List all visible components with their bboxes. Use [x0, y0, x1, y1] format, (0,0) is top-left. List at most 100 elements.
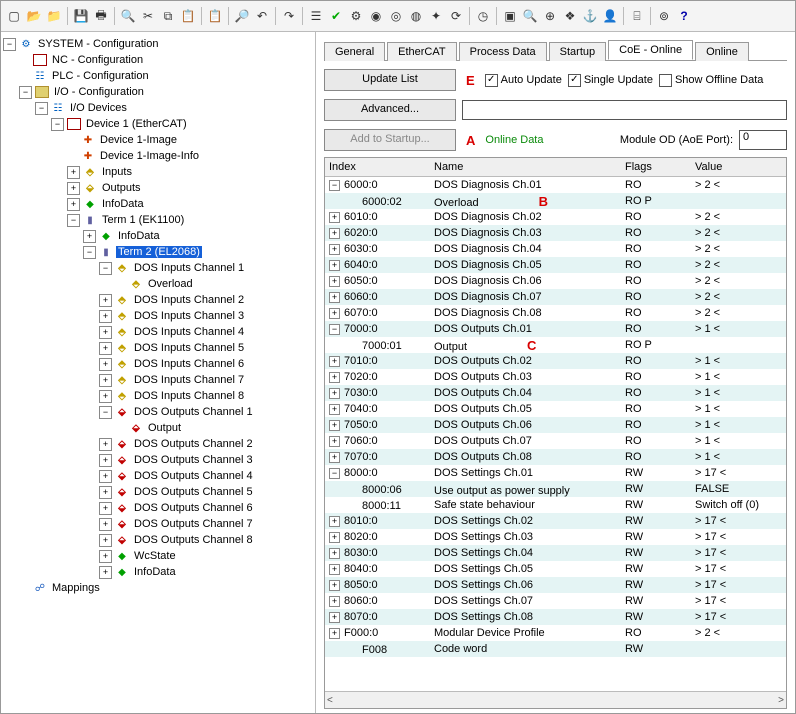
row-expander-icon[interactable]: + [329, 356, 340, 367]
toolbar-db-icon[interactable]: ⌸ [628, 7, 646, 25]
tree-item[interactable]: +⬙Outputs [3, 180, 313, 196]
expander-icon[interactable]: + [67, 182, 80, 195]
toolbar-props-icon[interactable]: ☰ [307, 7, 325, 25]
row-expander-icon[interactable]: + [329, 452, 340, 463]
table-row[interactable]: +7050:0DOS Outputs Ch.06RO> 1 < [325, 417, 786, 433]
toolbar-clock-icon[interactable]: ◷ [474, 7, 492, 25]
table-row[interactable]: 7000:01OutputCRO P [325, 337, 786, 353]
table-row[interactable]: −8000:0DOS Settings Ch.01RW> 17 < [325, 465, 786, 481]
table-row[interactable]: +6030:0DOS Diagnosis Ch.04RO> 2 < [325, 241, 786, 257]
tree-item[interactable]: +⬙DOS Outputs Channel 2 [3, 436, 313, 452]
toolbar-net2-icon[interactable]: ◎ [387, 7, 405, 25]
col-index[interactable]: Index [325, 161, 430, 173]
toolbar-zoom-icon[interactable]: ⊕ [541, 7, 559, 25]
table-row[interactable]: +8030:0DOS Settings Ch.04RW> 17 < [325, 545, 786, 561]
row-expander-icon[interactable]: − [329, 468, 340, 479]
toolbar-undo-icon[interactable]: ↶ [253, 7, 271, 25]
expander-icon[interactable]: + [99, 294, 112, 307]
toolbar-check-icon[interactable]: ✔ [327, 7, 345, 25]
expander-icon[interactable]: + [67, 198, 80, 211]
tree-item[interactable]: +⬘DOS Inputs Channel 8 [3, 388, 313, 404]
toolbar-find-icon[interactable]: 🔎 [233, 7, 251, 25]
tree-item[interactable]: −Device 1 (EtherCAT) [3, 116, 313, 132]
tree-item[interactable]: −⬘DOS Inputs Channel 1 [3, 260, 313, 276]
filter-input[interactable] [462, 100, 787, 120]
tree-item[interactable]: +⬘DOS Inputs Channel 5 [3, 340, 313, 356]
table-row[interactable]: +7060:0DOS Outputs Ch.07RO> 1 < [325, 433, 786, 449]
table-row[interactable]: 6000:02OverloadBRO P [325, 193, 786, 209]
table-row[interactable]: +6070:0DOS Diagnosis Ch.08RO> 2 < [325, 305, 786, 321]
expander-icon[interactable]: − [51, 118, 64, 131]
tree-item[interactable]: +⬙DOS Outputs Channel 7 [3, 516, 313, 532]
tree-item[interactable]: +⬘DOS Inputs Channel 7 [3, 372, 313, 388]
expander-icon[interactable]: − [35, 102, 48, 115]
table-row[interactable]: +6020:0DOS Diagnosis Ch.03RO> 2 < [325, 225, 786, 241]
expander-icon[interactable]: + [99, 326, 112, 339]
table-row[interactable]: +7030:0DOS Outputs Ch.04RO> 1 < [325, 385, 786, 401]
tab-coe-online[interactable]: CoE - Online [608, 40, 693, 60]
tree-item[interactable]: ⬙Output [3, 420, 313, 436]
table-row[interactable]: +8050:0DOS Settings Ch.06RW> 17 < [325, 577, 786, 593]
tree-item[interactable]: +◆InfoData [3, 228, 313, 244]
tab-process-data[interactable]: Process Data [459, 42, 547, 61]
expander-icon[interactable]: + [83, 230, 96, 243]
row-expander-icon[interactable]: + [329, 580, 340, 591]
table-row[interactable]: 8000:06Use output as power supplyDRWFALS… [325, 481, 786, 497]
table-row[interactable]: +7040:0DOS Outputs Ch.05RO> 1 < [325, 401, 786, 417]
toolbar-new-icon[interactable]: ▢ [5, 7, 23, 25]
table-row[interactable]: +6010:0DOS Diagnosis Ch.02RO> 2 < [325, 209, 786, 225]
toolbar-cut-icon[interactable]: ✂ [139, 7, 157, 25]
toolbar-copy-icon[interactable]: ⧉ [159, 7, 177, 25]
toolbar-magic-icon[interactable]: ✦ [427, 7, 445, 25]
expander-icon[interactable]: + [67, 166, 80, 179]
toolbar-paste-icon[interactable]: 📋 [179, 7, 197, 25]
table-row[interactable]: +8070:0DOS Settings Ch.08RW> 17 < [325, 609, 786, 625]
expander-icon[interactable]: + [99, 310, 112, 323]
table-row[interactable]: +7020:0DOS Outputs Ch.03RO> 1 < [325, 369, 786, 385]
expander-icon[interactable]: + [99, 534, 112, 547]
tree-item[interactable]: +◆InfoData [3, 196, 313, 212]
expander-icon[interactable]: + [99, 438, 112, 451]
expander-icon[interactable]: + [99, 518, 112, 531]
table-row[interactable]: +7010:0DOS Outputs Ch.02RO> 1 < [325, 353, 786, 369]
toolbar-layers-icon[interactable]: ❖ [561, 7, 579, 25]
table-row[interactable]: +8060:0DOS Settings Ch.07RW> 17 < [325, 593, 786, 609]
h-scrollbar[interactable]: <> [325, 691, 786, 708]
tree-item[interactable]: NC - Configuration [3, 52, 313, 68]
row-expander-icon[interactable]: + [329, 260, 340, 271]
table-row[interactable]: +6040:0DOS Diagnosis Ch.05RO> 2 < [325, 257, 786, 273]
row-expander-icon[interactable]: + [329, 228, 340, 239]
row-expander-icon[interactable]: + [329, 420, 340, 431]
toolbar-net3-icon[interactable]: ◍ [407, 7, 425, 25]
toolbar-preview-icon[interactable]: 🔍 [119, 7, 137, 25]
table-row[interactable]: −7000:0DOS Outputs Ch.01RO> 1 < [325, 321, 786, 337]
toolbar-help-icon[interactable]: ? [675, 7, 693, 25]
add-to-startup-button[interactable]: Add to Startup... [324, 129, 456, 151]
row-expander-icon[interactable]: + [329, 612, 340, 623]
show-offline-check[interactable]: Show Offline Data [659, 74, 763, 87]
tree-item[interactable]: −⚙SYSTEM - Configuration [3, 36, 313, 52]
expander-icon[interactable]: − [83, 246, 96, 259]
table-row[interactable]: F008Code wordRW [325, 641, 786, 657]
row-expander-icon[interactable]: + [329, 292, 340, 303]
tree-item[interactable]: ✚Device 1-Image-Info [3, 148, 313, 164]
row-expander-icon[interactable]: + [329, 388, 340, 399]
expander-icon[interactable]: + [99, 374, 112, 387]
expander-icon[interactable]: − [67, 214, 80, 227]
tree-item[interactable]: +⬘DOS Inputs Channel 3 [3, 308, 313, 324]
toolbar-paste2-icon[interactable]: 📋 [206, 7, 224, 25]
expander-icon[interactable]: + [99, 358, 112, 371]
expander-icon[interactable]: + [99, 470, 112, 483]
tree-item[interactable]: +⬘Inputs [3, 164, 313, 180]
row-expander-icon[interactable]: + [329, 244, 340, 255]
expander-icon[interactable]: + [99, 566, 112, 579]
table-row[interactable]: +8020:0DOS Settings Ch.03RW> 17 < [325, 529, 786, 545]
tab-online[interactable]: Online [695, 42, 749, 61]
toolbar-anchor-icon[interactable]: ⚓ [581, 7, 599, 25]
expander-icon[interactable]: − [99, 262, 112, 275]
toolbar-redo-icon[interactable]: ↷ [280, 7, 298, 25]
row-expander-icon[interactable]: + [329, 436, 340, 447]
tree-item[interactable]: −▮Term 2 (EL2068) [3, 244, 313, 260]
row-expander-icon[interactable]: − [329, 180, 340, 191]
col-value[interactable]: Value [691, 161, 786, 173]
